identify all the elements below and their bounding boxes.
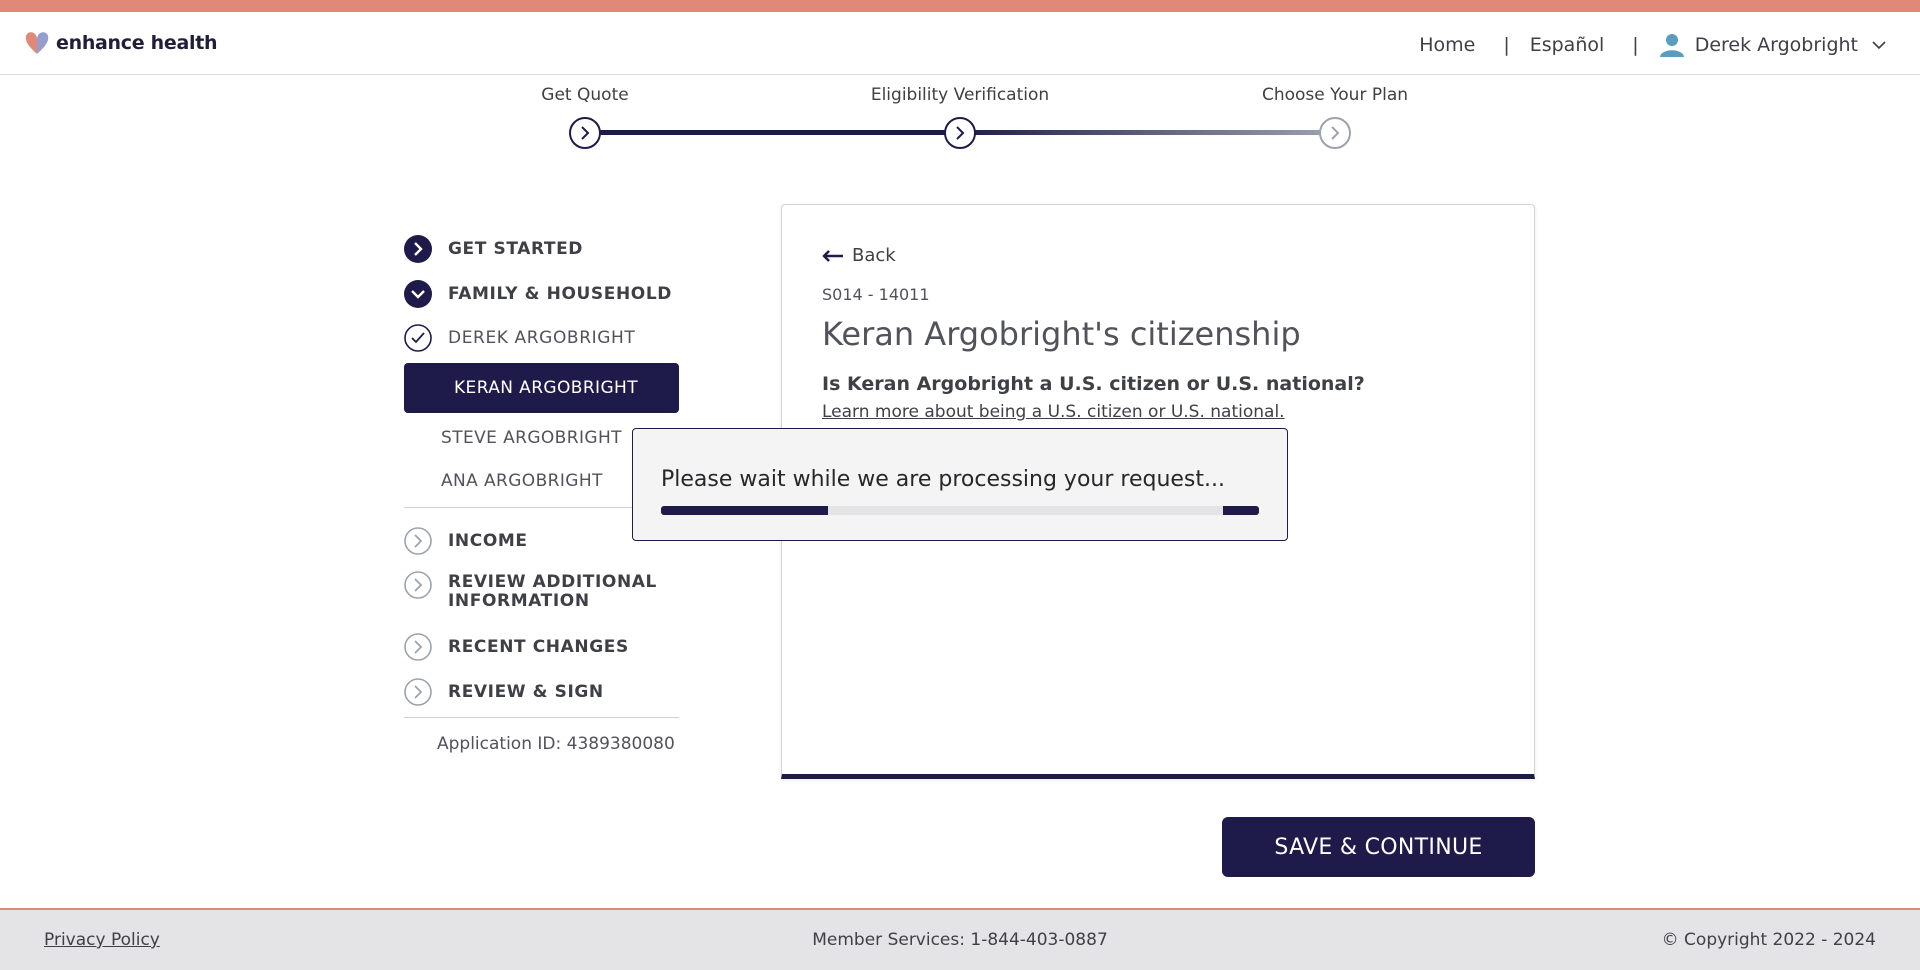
sidebar-item-label: REVIEW & SIGN	[448, 682, 604, 702]
sidebar-item-label: INCOME	[448, 531, 528, 551]
step-circle-eligibility[interactable]	[944, 117, 976, 149]
heart-logo-icon	[25, 32, 49, 54]
chevron-down-circle-icon	[404, 280, 432, 308]
sidebar-item-label: REVIEW ADDITIONAL INFORMATION	[448, 571, 657, 611]
sidebar-item-label: FAMILY & HOUSEHOLD	[448, 284, 672, 304]
step-circle-choose-plan[interactable]	[1319, 117, 1351, 149]
top-nav: Home | Español | Derek Argobright	[1419, 32, 1886, 58]
arrow-left-icon	[822, 249, 843, 262]
site-header: enhance health Home | Español | Derek Ar…	[0, 12, 1920, 75]
checkmark-circle-icon	[404, 324, 432, 352]
sidebar-item-review-additional[interactable]: REVIEW ADDITIONAL INFORMATION	[404, 571, 657, 611]
sidebar-item-review-sign[interactable]: REVIEW & SIGN	[404, 678, 604, 706]
brand-name: enhance health	[56, 32, 218, 54]
question-text: Is Keran Argobright a U.S. citizen or U.…	[822, 373, 1365, 395]
chevron-right-icon	[581, 126, 590, 140]
back-label: Back	[852, 245, 896, 266]
top-accent-stripe	[0, 0, 1920, 12]
sidebar-item-label-line-2: INFORMATION	[448, 591, 590, 611]
step-circle-get-quote[interactable]	[569, 117, 601, 149]
progress-bar	[661, 506, 1259, 515]
nav-separator: |	[1632, 34, 1639, 56]
nav-separator: |	[1503, 34, 1510, 56]
page-title: Keran Argobright's citizenship	[822, 315, 1301, 353]
sidebar-item-label: RECENT CHANGES	[448, 637, 629, 657]
sidebar-item-income[interactable]: INCOME	[404, 527, 528, 555]
step-connector-upcoming	[960, 130, 1335, 135]
sidebar-item-steve[interactable]: STEVE ARGOBRIGHT	[441, 428, 622, 448]
sidebar-item-recent-changes[interactable]: RECENT CHANGES	[404, 633, 629, 661]
application-id: Application ID: 4389380080	[437, 734, 675, 754]
progress-bar-segment	[1223, 506, 1259, 515]
user-icon	[1659, 34, 1684, 57]
site-footer: Privacy Policy Member Services: 1-844-40…	[0, 908, 1920, 970]
copyright: © Copyright 2022 - 2024	[1661, 930, 1876, 950]
member-services: Member Services: 1-844-403-0887	[812, 930, 1108, 950]
user-menu[interactable]: Derek Argobright	[1659, 32, 1886, 58]
step-connector-complete	[585, 130, 960, 135]
save-continue-button[interactable]: SAVE & CONTINUE	[1222, 817, 1535, 877]
sidebar-item-get-started[interactable]: GET STARTED	[404, 235, 583, 263]
chevron-right-circle-icon	[404, 235, 432, 263]
logo[interactable]: enhance health	[24, 29, 218, 57]
nav-home-link[interactable]: Home	[1419, 34, 1475, 56]
sidebar-item-derek[interactable]: DEREK ARGOBRIGHT	[404, 324, 635, 352]
progress-bar-fill	[661, 506, 829, 515]
back-link[interactable]: Back	[822, 245, 896, 266]
chevron-right-circle-icon	[404, 678, 432, 706]
chevron-right-icon	[956, 126, 965, 140]
sidebar-item-family-household[interactable]: FAMILY & HOUSEHOLD	[404, 280, 672, 308]
chevron-down-icon	[1872, 41, 1886, 50]
user-name: Derek Argobright	[1694, 34, 1858, 56]
step-label-eligibility: Eligibility Verification	[870, 85, 1050, 105]
step-label-get-quote: Get Quote	[541, 85, 629, 105]
sidebar-item-ana[interactable]: ANA ARGOBRIGHT	[441, 471, 603, 491]
chevron-right-circle-icon	[404, 571, 432, 599]
sidebar-item-label: DEREK ARGOBRIGHT	[448, 328, 636, 348]
sidebar-item-label-line-1: REVIEW ADDITIONAL	[448, 572, 657, 592]
chevron-right-circle-icon	[404, 633, 432, 661]
processing-dialog: Please wait while we are processing your…	[632, 428, 1288, 541]
sidebar-item-label: GET STARTED	[448, 239, 584, 259]
processing-message: Please wait while we are processing your…	[661, 467, 1225, 492]
learn-more-link[interactable]: Learn more about being a U.S. citizen or…	[822, 402, 1285, 422]
sidebar-item-keran-active[interactable]: KERAN ARGOBRIGHT	[404, 363, 679, 413]
step-label-choose-plan: Choose Your Plan	[1261, 85, 1409, 105]
nav-language-link[interactable]: Español	[1530, 34, 1605, 56]
sidebar-divider	[404, 717, 679, 718]
screen-id: S014 - 14011	[822, 285, 930, 304]
chevron-right-icon	[1331, 126, 1340, 140]
progress-stepper: Get Quote Eligibility Verification Choos…	[540, 75, 1420, 155]
chevron-right-circle-icon	[404, 527, 432, 555]
